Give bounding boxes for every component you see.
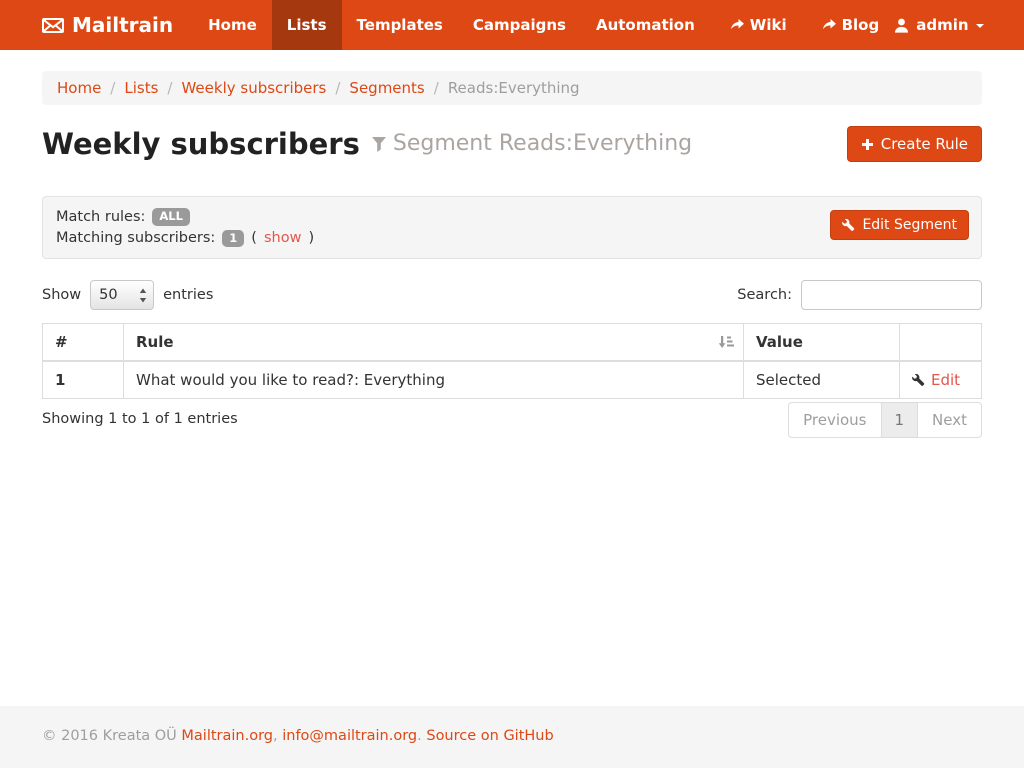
pagination-page-1[interactable]: 1	[881, 402, 919, 438]
breadcrumb-item-lists: Lists	[101, 79, 158, 97]
nav-item-wiki: Wiki	[716, 0, 802, 50]
brand-link[interactable]: Mailtrain	[42, 0, 193, 50]
search-input[interactable]	[801, 280, 982, 310]
email-link[interactable]: info@mailtrain.org	[282, 728, 417, 744]
filter-icon	[372, 137, 386, 152]
footer-separator: ,	[273, 728, 278, 744]
pagination: Previous 1 Next	[788, 402, 982, 438]
breadcrumb-item-current: Reads:Everything	[425, 79, 580, 97]
header-value[interactable]: Value	[744, 324, 900, 362]
nav-link-campaigns[interactable]: Campaigns	[458, 0, 581, 50]
plus-icon	[861, 138, 874, 151]
external-link-icon	[823, 19, 836, 31]
table-row: 1 What would you like to read?: Everythi…	[43, 361, 982, 399]
page-footer: © 2016 Kreata OÜ Mailtrain.org, info@mai…	[0, 706, 1024, 768]
main-content: Home Lists Weekly subscribers Segments R…	[42, 50, 982, 452]
github-source-link[interactable]: Source on GitHub	[426, 728, 553, 744]
segment-summary-panel: Match rules: ALL Matching subscribers: 1…	[42, 196, 982, 259]
nav-link-lists[interactable]: Lists	[272, 0, 342, 50]
table-footer: Showing 1 to 1 of 1 entries Previous 1 N…	[42, 401, 982, 452]
sort-icon	[718, 335, 734, 353]
pagination-next[interactable]: Next	[917, 402, 982, 438]
entries-info: Showing 1 to 1 of 1 entries	[42, 401, 238, 427]
table-controls: Show 50 entries Search:	[42, 280, 982, 310]
nav-link-automation[interactable]: Automation	[581, 0, 710, 50]
rule-number-cell: 1	[43, 361, 124, 399]
match-rules-badge: ALL	[152, 208, 190, 226]
rules-table: # Rule Value 1 What would you like to re…	[42, 323, 982, 399]
nav-link-blog[interactable]: Blog	[808, 0, 895, 50]
wrench-icon	[912, 374, 925, 387]
nav-link-wiki[interactable]: Wiki	[716, 0, 802, 50]
select-spinner-icon	[139, 288, 147, 307]
user-name: admin	[916, 16, 968, 34]
page-header: Weekly subscribers Segment Reads:Everyth…	[42, 122, 982, 166]
matching-count-badge: 1	[222, 230, 244, 248]
rule-actions-cell: Edit	[900, 361, 982, 399]
header-actions	[900, 324, 982, 362]
edit-segment-button[interactable]: Edit Segment	[830, 210, 969, 240]
create-rule-button[interactable]: Create Rule	[847, 126, 982, 162]
external-link-icon	[731, 19, 744, 31]
nav-item-home: Home	[193, 0, 272, 50]
entries-label: entries	[163, 287, 213, 303]
search-area: Search:	[737, 280, 982, 310]
search-label: Search:	[737, 287, 792, 303]
breadcrumb-link-lists[interactable]: Lists	[124, 79, 158, 97]
breadcrumb-item-weekly-subscribers: Weekly subscribers	[158, 79, 326, 97]
breadcrumb-item-segments: Segments	[326, 79, 424, 97]
matching-subscribers-label: Matching subscribers:	[56, 230, 215, 246]
segment-subtitle: Segment Reads:Everything	[372, 122, 692, 166]
breadcrumb-link-home[interactable]: Home	[57, 79, 101, 97]
nav-item-lists: Lists	[272, 0, 342, 50]
page-size-select[interactable]: 50	[90, 280, 154, 310]
breadcrumb-item-home: Home	[57, 79, 101, 97]
header-num[interactable]: #	[43, 324, 124, 362]
rule-value-cell: Selected	[744, 361, 900, 399]
user-menu[interactable]: admin	[894, 0, 983, 50]
show-label: Show	[42, 287, 81, 303]
page-title: Weekly subscribers Segment Reads:Everyth…	[42, 122, 692, 166]
breadcrumb: Home Lists Weekly subscribers Segments R…	[42, 71, 982, 105]
breadcrumb-link-weekly-subscribers[interactable]: Weekly subscribers	[181, 79, 326, 97]
paren-close: )	[308, 230, 314, 246]
mailtrain-org-link[interactable]: Mailtrain.org	[181, 728, 273, 744]
nav-link-templates[interactable]: Templates	[342, 0, 458, 50]
brand-label: Mailtrain	[72, 13, 173, 37]
breadcrumb-link-segments[interactable]: Segments	[349, 79, 424, 97]
match-rules-label: Match rules:	[56, 209, 145, 225]
nav-item-blog: Blog	[808, 0, 895, 50]
show-subscribers-link[interactable]: show	[264, 230, 301, 246]
copyright-text: © 2016 Kreata OÜ	[42, 728, 177, 744]
nav-item-templates: Templates	[342, 0, 458, 50]
table-header-row: # Rule Value	[43, 324, 982, 362]
top-navbar: Mailtrain Home Lists Templates Campaigns…	[0, 0, 1024, 50]
header-rule[interactable]: Rule	[124, 324, 744, 362]
nav-item-automation: Automation	[581, 0, 710, 50]
pagination-previous[interactable]: Previous	[788, 402, 881, 438]
footer-separator: .	[417, 728, 422, 744]
user-icon	[894, 18, 909, 33]
chevron-down-icon	[976, 24, 984, 28]
wrench-icon	[842, 219, 855, 232]
paren-open: (	[251, 230, 257, 246]
edit-rule-link[interactable]: Edit	[931, 371, 960, 389]
envelope-icon	[42, 18, 64, 33]
main-nav: Home Lists Templates Campaigns Automatio…	[193, 0, 894, 50]
page-size-value: 50	[99, 287, 117, 303]
nav-item-campaigns: Campaigns	[458, 0, 581, 50]
nav-link-home[interactable]: Home	[193, 0, 272, 50]
rule-text-cell: What would you like to read?: Everything	[124, 361, 744, 399]
